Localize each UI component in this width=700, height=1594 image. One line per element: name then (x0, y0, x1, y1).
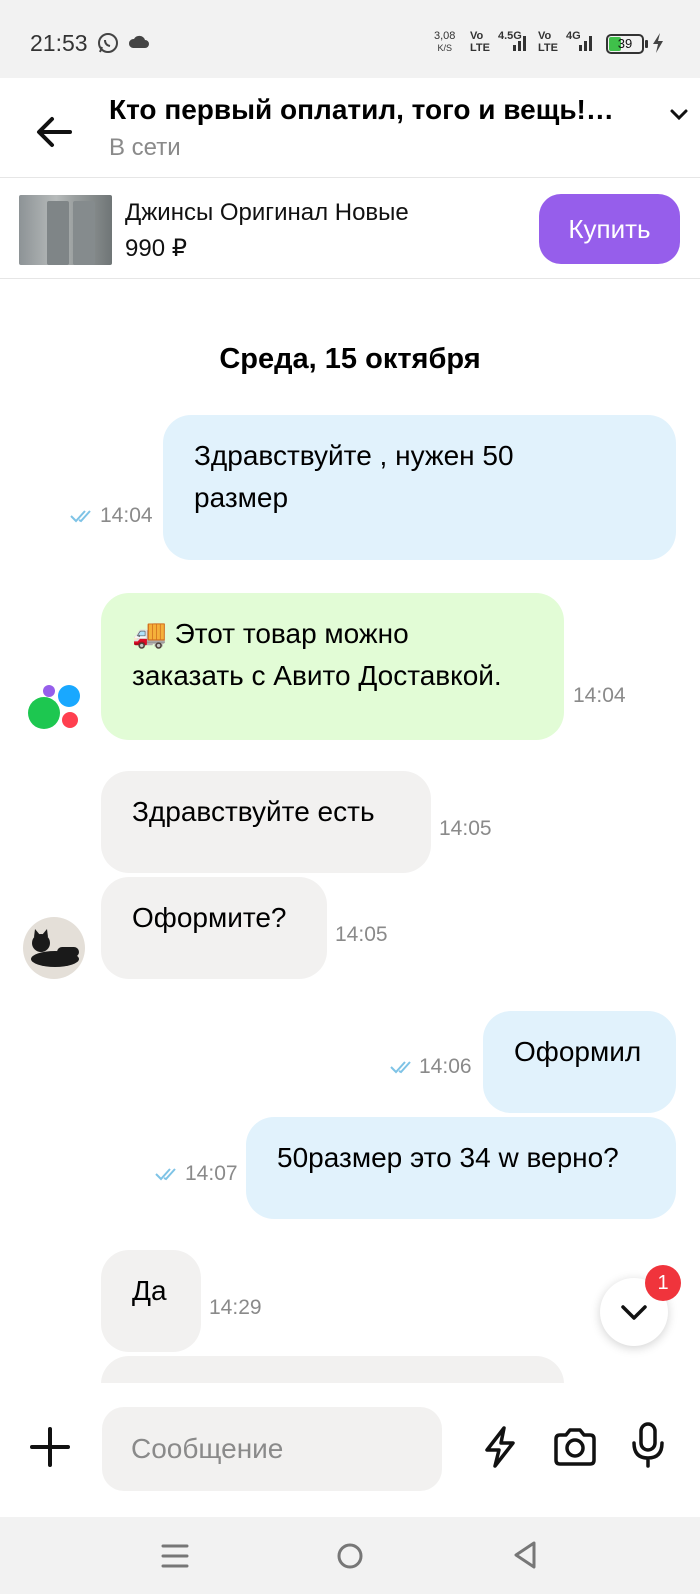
cloud-icon (128, 34, 150, 55)
volte-1-top: Vo (470, 30, 484, 42)
message-outgoing[interactable]: Здравствуйте , нужен 50 размер (163, 415, 676, 560)
plus-icon (30, 1427, 70, 1467)
message-time: 14:06 (419, 1055, 472, 1078)
message-text-line: Здравствуйте , нужен 50 (194, 440, 514, 471)
microphone-button[interactable] (630, 1421, 666, 1474)
signal-icon (512, 30, 528, 57)
battery-tip (645, 40, 648, 48)
read-receipt-icon (390, 1059, 416, 1080)
message-time: 14:04 (573, 684, 626, 707)
speed-unit: K/S (437, 43, 452, 53)
message-incoming[interactable]: Оформите? (101, 877, 327, 979)
avatar[interactable] (23, 917, 85, 979)
item-price: 990 ₽ (125, 235, 187, 262)
camera-icon (554, 1428, 596, 1466)
unread-count-badge: 1 (645, 1265, 681, 1301)
message-text-line: заказать с Авито Доставкой. (132, 660, 502, 691)
nav-home-icon[interactable] (335, 1541, 365, 1576)
system-navigation-bar (0, 1517, 700, 1594)
item-card[interactable]: Джинсы Оригинал Новые 990 ₽ Купить (0, 179, 700, 279)
speed-value: 3,08 (434, 30, 456, 42)
message-text: Да (132, 1275, 167, 1306)
back-button[interactable] (30, 108, 78, 156)
message-text: Оформите? (132, 902, 287, 933)
message-text: 50размер это 34 w верно? (277, 1142, 619, 1173)
buy-button[interactable]: Купить (539, 194, 680, 264)
chat-header: Кто первый оплатил, того и вещь!… В сети (0, 78, 700, 178)
message-input[interactable] (102, 1407, 442, 1491)
whatsapp-icon (97, 32, 119, 59)
message-text: Этот товар можно (174, 618, 409, 649)
message-time: 14:05 (335, 923, 388, 946)
lightning-icon (485, 1426, 515, 1468)
message-incoming[interactable]: Здравствуйте есть (101, 771, 431, 873)
microphone-icon (632, 1422, 664, 1468)
volte-indicator-2: Vo LTE (538, 30, 558, 54)
item-thumbnail[interactable] (19, 195, 112, 265)
battery-level: 39 (617, 36, 633, 51)
message-text: Здравствуйте есть (132, 796, 375, 827)
status-bar: 21:53 3,08 K/S Vo LTE 4.5G Vo LTE 4G 39 (0, 0, 700, 78)
network-speed: 3,08 K/S (434, 30, 455, 54)
message-text: Оформил (514, 1036, 642, 1067)
message-incoming[interactable]: Да (101, 1250, 201, 1352)
message-text-line: 🚚 Этот товар можно (132, 613, 533, 655)
message-time: 14:07 (185, 1162, 238, 1185)
volte-1-bottom: LTE (470, 42, 490, 54)
chat-title[interactable]: Кто первый оплатил, того и вещь!… (109, 94, 664, 126)
nav-menu-icon[interactable] (160, 1542, 190, 1575)
volte-2-top: Vo (538, 30, 552, 42)
signal-icon (578, 30, 594, 57)
online-status: В сети (109, 134, 181, 161)
chevron-down-icon[interactable] (668, 104, 690, 131)
message-outgoing[interactable]: 50размер это 34 w верно? (246, 1117, 676, 1219)
message-time: 14:04 (100, 504, 153, 527)
message-composer (0, 1383, 700, 1517)
volte-2-bottom: LTE (538, 42, 558, 54)
nav-back-icon[interactable] (510, 1539, 540, 1576)
message-time: 14:29 (209, 1296, 262, 1319)
attach-button[interactable] (28, 1425, 72, 1469)
camera-button[interactable] (552, 1426, 598, 1473)
charging-icon (651, 32, 665, 59)
truck-emoji: 🚚 (132, 618, 167, 649)
message-time: 14:05 (439, 817, 492, 840)
message-text-line: размер (194, 482, 289, 513)
read-receipt-icon (155, 1166, 181, 1187)
status-time: 21:53 (30, 30, 88, 56)
read-receipt-icon (70, 508, 96, 529)
back-arrow-icon (37, 117, 72, 147)
item-title: Джинсы Оригинал Новые (125, 199, 409, 226)
volte-indicator-1: Vo LTE (470, 30, 490, 54)
message-delivery-notice[interactable]: 🚚 Этот товар можно заказать с Авито Дост… (101, 593, 564, 740)
date-separator: Среда, 15 октября (219, 343, 481, 375)
quick-reply-button[interactable] (480, 1425, 520, 1474)
message-outgoing[interactable]: Оформил (483, 1011, 676, 1113)
avito-logo-icon (27, 684, 83, 732)
battery-icon: 39 (606, 34, 644, 54)
